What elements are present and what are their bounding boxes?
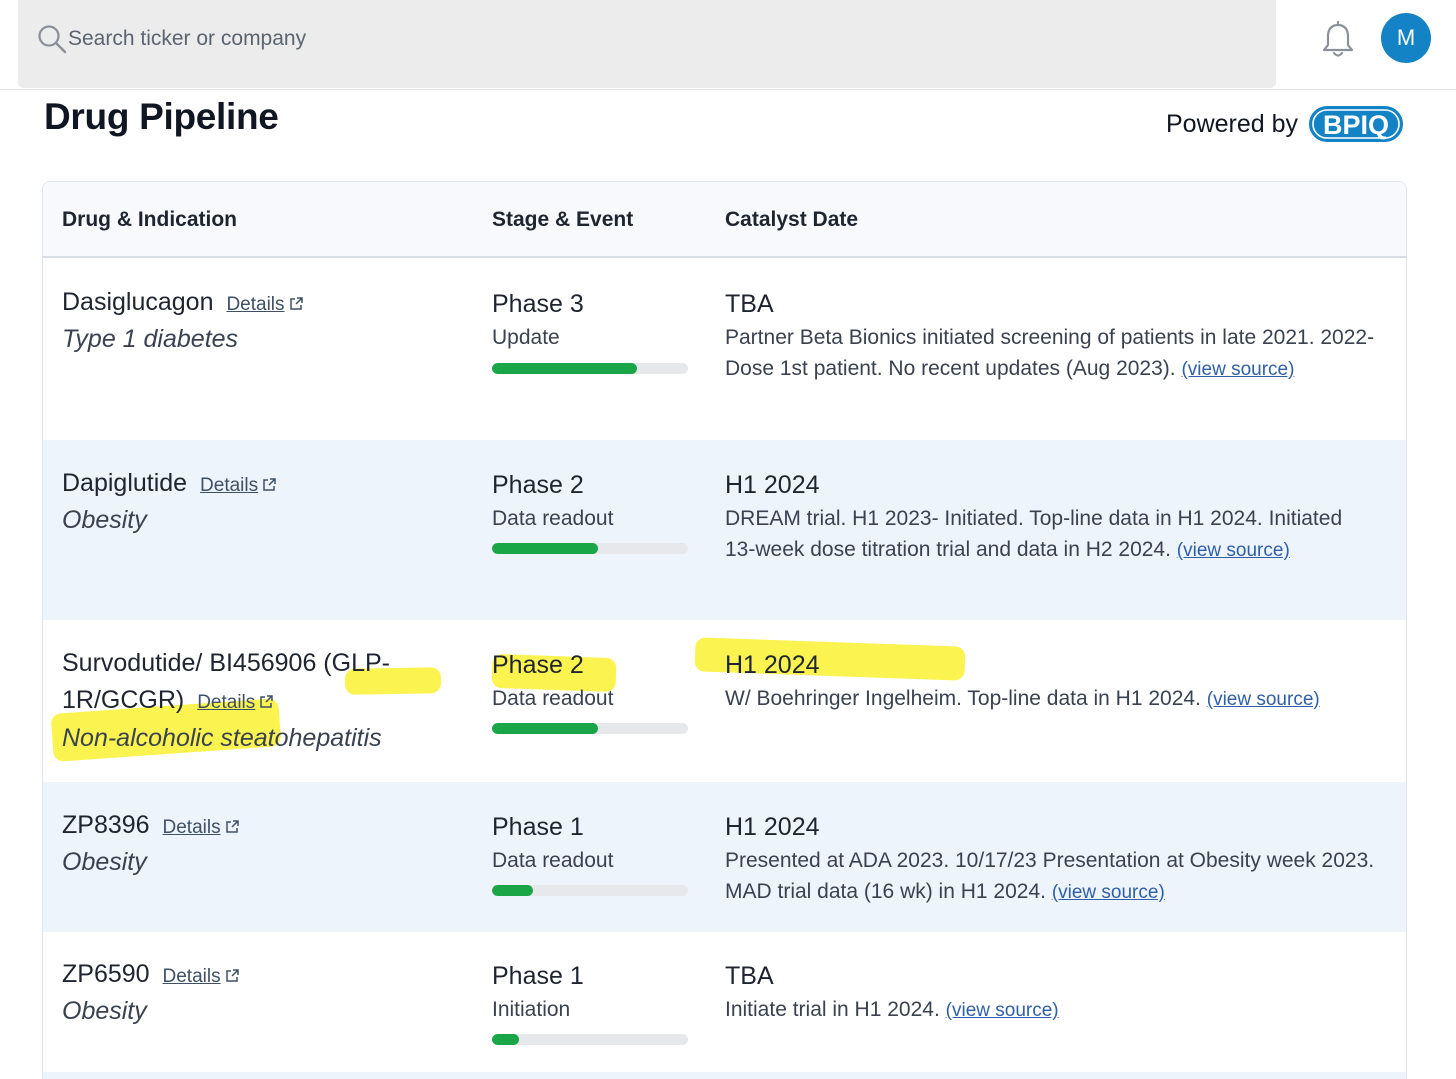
indication: Type 1 diabetes (62, 325, 239, 353)
drug-name: Dapiglutide Details (62, 465, 452, 504)
powered-by: Powered by BPIQ (1166, 104, 1404, 144)
catalyst-date: H1 2024 (725, 471, 820, 499)
page-title: Drug Pipeline (44, 96, 279, 137)
view-source-link[interactable]: (view source) (1181, 359, 1294, 380)
view-source-link[interactable]: (view source) (946, 1000, 1059, 1021)
table-header: Drug & Indication Stage & Event Catalyst… (43, 182, 1406, 258)
event: Data readout (492, 687, 614, 710)
drug-name-text: ZP8396 (62, 811, 150, 839)
stage: Phase 2 (492, 471, 584, 499)
powered-by-label: Powered by (1166, 109, 1299, 138)
table-row: ZP6590 Details Obesity Phase 1 Initiatio… (43, 932, 1406, 1072)
drug-name: ZP8396 Details (62, 807, 452, 846)
drug-pipeline-table: Drug & Indication Stage & Event Catalyst… (42, 181, 1407, 1079)
drug-name: ZP6590 Details (62, 956, 452, 995)
progress-fill (492, 723, 598, 734)
view-source-link[interactable]: (view source) (1207, 689, 1320, 710)
table-row: ZP8396 Details Obesity Phase 1 Data read… (43, 782, 1406, 932)
catalyst-date: TBA (725, 290, 774, 318)
catalyst-description: Partner Beta Bionics initiated screening… (725, 326, 1375, 380)
stage: Phase 3 (492, 290, 584, 318)
progress-bar (492, 723, 688, 734)
progress-bar (492, 885, 688, 896)
view-source-link[interactable]: (view source) (1052, 882, 1165, 903)
catalyst-date: TBA (725, 962, 774, 990)
catalyst-description: DREAM trial. H1 2023- Initiated. Top-lin… (725, 507, 1343, 561)
header-drug-indication: Drug & Indication (62, 208, 237, 231)
header-catalyst-date: Catalyst Date (725, 208, 859, 231)
stage: Phase 1 (492, 962, 584, 990)
event: Data readout (492, 849, 614, 872)
progress-fill (492, 543, 598, 554)
drug-name: Dasiglucagon Details (62, 284, 452, 323)
table-row: Survodutide/ BI456906 (GLP-1R/GCGR) Deta… (43, 620, 1406, 782)
details-link[interactable]: Details (163, 817, 240, 838)
bpiq-logo: BPIQ (1309, 106, 1404, 142)
table-row: Dapiglutide Details Obesity Phase 2 Data… (43, 440, 1406, 620)
top-bar: M (0, 0, 1456, 90)
search-icon (38, 25, 67, 54)
details-link[interactable]: Details (197, 692, 274, 713)
details-link[interactable]: Details (200, 475, 277, 496)
drug-name-text: Dasiglucagon (62, 288, 214, 316)
details-link[interactable]: Details (226, 294, 303, 315)
external-link-icon (260, 695, 274, 708)
progress-fill (492, 1034, 520, 1045)
progress-bar (492, 363, 688, 374)
stage: Phase 2 (492, 651, 584, 679)
external-link-icon (263, 478, 276, 491)
event: Data readout (492, 507, 614, 530)
drug-name-text: ZP6590 (62, 960, 150, 988)
progress-bar (492, 543, 688, 554)
bell-icon[interactable] (1320, 20, 1356, 60)
external-link-icon (225, 969, 239, 982)
indication: Obesity (62, 997, 147, 1025)
drug-name: Survodutide/ BI456906 (GLP-1R/GCGR) Deta… (62, 645, 452, 721)
catalyst-date: H1 2024 (725, 813, 820, 841)
catalyst-description: Presented at ADA 2023. 10/17/23 Presenta… (725, 849, 1375, 903)
bpiq-logo-text: BPIQ (1323, 110, 1389, 140)
header-stage-event: Stage & Event (492, 208, 634, 231)
catalyst-description: W/ Boehringer Ingelheim. Top-line data i… (725, 687, 1320, 710)
progress-bar (492, 1034, 688, 1045)
table-row: Dasiglucagon Details Type 1 diabetes Pha… (43, 260, 1406, 440)
drug-name-text: Dapiglutide (62, 469, 188, 497)
external-link-icon (289, 297, 303, 310)
catalyst-date: H1 2024 (725, 651, 820, 679)
table-row (43, 1072, 1406, 1079)
details-link[interactable]: Details (163, 966, 240, 987)
avatar[interactable]: M (1381, 13, 1431, 63)
view-source-link[interactable]: (view source) (1177, 540, 1290, 561)
search-box[interactable] (18, 0, 1276, 88)
indication: Non-alcoholic steatohepatitis (62, 724, 382, 752)
search-input[interactable] (68, 22, 768, 56)
indication: Obesity (62, 506, 147, 534)
catalyst-description: Initiate trial in H1 2024. (view source) (725, 998, 1059, 1021)
event: Initiation (492, 998, 571, 1021)
external-link-icon (225, 820, 239, 833)
progress-fill (492, 363, 638, 374)
event: Update (492, 326, 560, 349)
stage: Phase 1 (492, 813, 584, 841)
indication: Obesity (62, 848, 147, 876)
progress-fill (492, 885, 534, 896)
